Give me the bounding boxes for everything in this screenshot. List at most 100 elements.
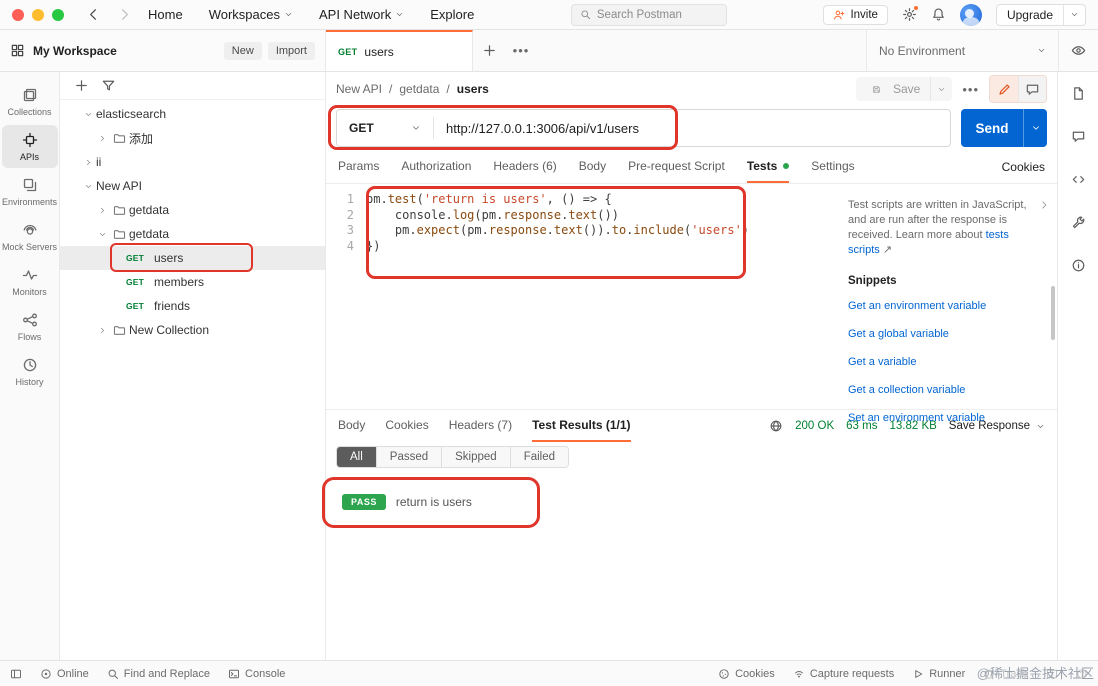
statusbar-runner[interactable]: Runner	[912, 668, 965, 680]
avatar[interactable]	[959, 3, 982, 26]
minimize-window-button[interactable]	[32, 8, 44, 21]
new-button[interactable]: New	[223, 41, 262, 60]
filter-all[interactable]: All	[337, 447, 377, 467]
tests-green-dot	[783, 162, 790, 169]
environment-selector[interactable]: No Environment	[867, 30, 1058, 71]
statusbar-split-pane[interactable]	[1046, 668, 1058, 680]
tab-tests[interactable]: Tests	[746, 150, 790, 183]
pencil-edit-icon[interactable]	[990, 76, 1018, 102]
info-icon[interactable]	[1071, 258, 1086, 273]
tab-settings[interactable]: Settings	[811, 150, 854, 183]
rail-item-flows[interactable]: Flows	[2, 305, 58, 348]
statusbar-console[interactable]: Console	[228, 668, 285, 680]
comments-icon[interactable]	[1071, 129, 1086, 144]
url-input[interactable]: http://127.0.0.1:3006/api/v1/users	[434, 121, 651, 136]
statusbar-sidebar-toggle[interactable]	[10, 668, 22, 680]
rail-item-environments[interactable]: Environments	[2, 170, 58, 213]
forward-icon[interactable]	[117, 7, 132, 22]
code-editor[interactable]: 1 pm.test('return is users', () => {2 con…	[326, 184, 842, 409]
response-tab-headers-7[interactable]: Headers (7)	[449, 410, 512, 442]
upgrade-chevron-down-icon[interactable]	[1064, 10, 1085, 19]
nav-item-explore[interactable]: Explore	[430, 7, 474, 22]
documentation-icon[interactable]	[1071, 86, 1086, 101]
comment-icon[interactable]	[1018, 76, 1046, 102]
tab-pre-request-script[interactable]: Pre-request Script	[628, 150, 725, 183]
settings-gear-icon[interactable]	[902, 5, 919, 22]
tree-request-friends[interactable]: GET friends	[60, 294, 325, 318]
collapse-panel-chevron-icon[interactable]	[1039, 200, 1049, 210]
request-tab-users[interactable]: GET users	[326, 30, 473, 71]
breadcrumb-new-api[interactable]: New API	[336, 82, 382, 96]
nav-item-api-network[interactable]: API Network	[319, 7, 404, 22]
response-tab-body[interactable]: Body	[338, 410, 365, 442]
tree-item-new-api[interactable]: New API	[60, 174, 325, 198]
import-button[interactable]: Import	[267, 41, 315, 60]
method-selector[interactable]: GET	[337, 121, 433, 135]
notifications-bell-icon[interactable]	[931, 7, 946, 22]
rail-item-apis[interactable]: APIs	[1, 125, 58, 168]
statusbar-find-and-replace[interactable]: Find and Replace	[107, 668, 210, 680]
snippet-get-a-variable[interactable]: Get a variable	[848, 355, 1041, 370]
code-line[interactable]: 1 pm.test('return is users', () => {	[326, 192, 842, 208]
tree-item-new-collection[interactable]: New Collection	[60, 318, 325, 342]
tree-item-getdata[interactable]: getdata	[60, 222, 325, 246]
tab-headers-6[interactable]: Headers (6)	[493, 150, 556, 183]
environment-quick-look-icon[interactable]	[1058, 30, 1098, 71]
network-globe-icon[interactable]	[769, 419, 783, 433]
request-more-icon[interactable]: •••	[962, 82, 979, 97]
upgrade-button[interactable]: Upgrade	[995, 3, 1086, 26]
statusbar-help[interactable]	[1076, 668, 1088, 680]
response-tab-test-results-1-1[interactable]: Test Results (1/1)	[532, 410, 631, 442]
invite-button[interactable]: Invite	[823, 4, 888, 25]
close-window-button[interactable]	[12, 8, 24, 21]
tree-item-getdata[interactable]: getdata	[60, 198, 325, 222]
rail-item-history[interactable]: History	[2, 350, 58, 393]
workspace-name[interactable]: My Workspace	[33, 44, 117, 58]
snippet-set-an-environment-variable[interactable]: Set an environment variable	[848, 411, 1041, 426]
statusbar-capture-requests[interactable]: Capture requests	[793, 668, 894, 680]
rail-item-collections[interactable]: Collections	[2, 80, 58, 123]
code-line[interactable]: 2 console.log(pm.response.text())	[326, 208, 842, 224]
filter-skipped[interactable]: Skipped	[442, 447, 511, 467]
scrollbar[interactable]	[1051, 286, 1055, 340]
code-line[interactable]: 4})	[326, 239, 842, 255]
tree-item-添加[interactable]: 添加	[60, 126, 325, 150]
statusbar-trash[interactable]: Trash	[983, 668, 1028, 680]
snippet-get-a-collection-variable[interactable]: Get a collection variable	[848, 383, 1041, 398]
code-line[interactable]: 3 pm.expect(pm.response.text()).to.inclu…	[326, 223, 842, 239]
breadcrumb-getdata[interactable]: getdata	[399, 82, 439, 96]
nav-item-home[interactable]: Home	[148, 7, 183, 22]
snippet-get-an-environment-variable[interactable]: Get an environment variable	[848, 299, 1041, 314]
response-tab-cookies[interactable]: Cookies	[385, 410, 428, 442]
tree-request-users[interactable]: GET users	[60, 246, 325, 270]
back-icon[interactable]	[86, 7, 101, 22]
wrench-settings-icon[interactable]	[1071, 215, 1086, 230]
save-chevron-down-icon[interactable]	[931, 85, 952, 94]
tree-item-ii[interactable]: ii	[60, 150, 325, 174]
breadcrumb-users[interactable]: users	[457, 82, 489, 96]
send-button[interactable]: Send	[961, 109, 1047, 147]
save-button[interactable]: Save	[855, 77, 953, 101]
tab-authorization[interactable]: Authorization	[401, 150, 471, 183]
global-search-input[interactable]: Search Postman	[570, 3, 727, 26]
rail-item-monitors[interactable]: Monitors	[2, 260, 58, 303]
tree-request-members[interactable]: GET members	[60, 270, 325, 294]
send-chevron-down-icon[interactable]	[1023, 109, 1047, 147]
filter-passed[interactable]: Passed	[376, 447, 443, 467]
tab-params[interactable]: Params	[338, 150, 379, 183]
tab-body[interactable]: Body	[579, 150, 606, 183]
filter-failed[interactable]: Failed	[510, 447, 569, 467]
code-snippet-icon[interactable]	[1071, 172, 1086, 187]
statusbar-online[interactable]: Online	[40, 668, 89, 680]
cookies-link[interactable]: Cookies	[1002, 160, 1045, 174]
tree-item-elasticsearch[interactable]: elasticsearch	[60, 102, 325, 126]
filter-icon[interactable]	[101, 78, 116, 93]
maximize-window-button[interactable]	[52, 8, 64, 21]
statusbar-cookies[interactable]: Cookies	[718, 668, 775, 680]
snippet-get-a-global-variable[interactable]: Get a global variable	[848, 327, 1041, 342]
new-tab-plus-icon[interactable]	[473, 30, 505, 71]
tab-options-more-icon[interactable]: •••	[505, 30, 537, 71]
nav-item-workspaces[interactable]: Workspaces	[209, 7, 293, 22]
add-plus-icon[interactable]	[74, 78, 89, 93]
rail-item-mock-servers[interactable]: Mock Servers	[2, 215, 58, 258]
